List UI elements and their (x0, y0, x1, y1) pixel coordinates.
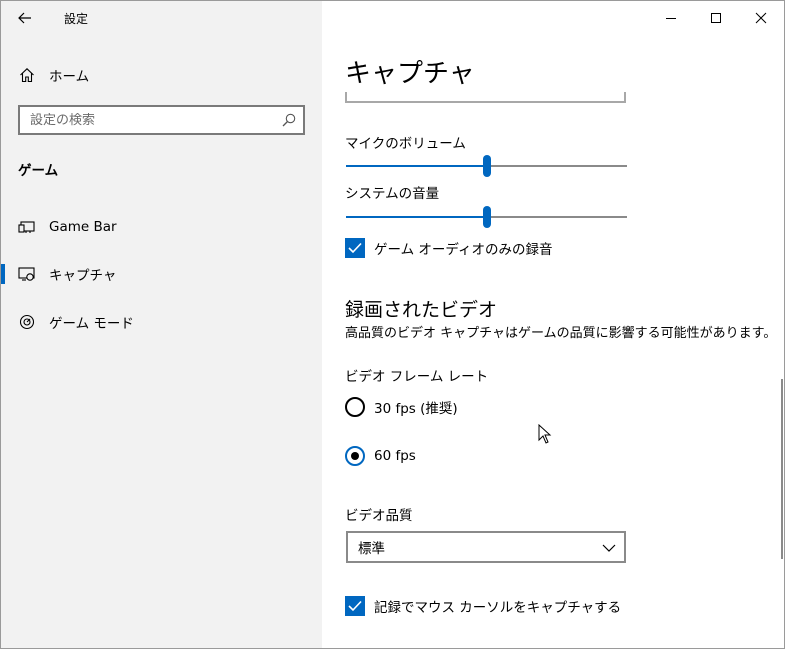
checkbox-box[interactable] (345, 596, 365, 616)
capture-icon (18, 265, 36, 283)
main-content: キャプチャ マイクのボリューム システムの音量 ゲーム オーディオのみの録音 録… (322, 1, 784, 648)
system-volume-slider[interactable] (346, 205, 627, 229)
system-volume-label: システムの音量 (345, 186, 440, 202)
checkbox-box[interactable] (345, 238, 365, 258)
radio-button[interactable] (345, 397, 365, 417)
sidebar-item-game-mode[interactable]: ゲーム モード (1, 302, 322, 342)
section-heading: 録画されたビデオ (345, 299, 498, 321)
radio-label: 60 fps (374, 448, 416, 464)
checkbox-label: ゲーム オーディオのみの録音 (374, 242, 553, 258)
slider-thumb[interactable] (482, 155, 491, 177)
sidebar-item-label: ホーム (49, 69, 90, 85)
radio-30fps[interactable]: 30 fps (推奨) (345, 397, 458, 417)
sidebar: 設定 ホーム ゲーム (1, 1, 322, 648)
slider-fill (346, 165, 487, 167)
radio-dot (351, 452, 359, 460)
sidebar-item-home[interactable]: ホーム (1, 55, 322, 95)
radio-button[interactable] (345, 446, 365, 466)
page-title: キャプチャ (345, 59, 475, 89)
slider-track (486, 165, 627, 167)
app-title: 設定 (64, 12, 89, 26)
game-mode-icon (18, 313, 36, 331)
section-title: ゲーム (18, 163, 59, 179)
slider-fill (346, 216, 487, 218)
radio-label: 30 fps (推奨) (374, 401, 458, 417)
home-icon (18, 66, 36, 84)
game-audio-only-checkbox[interactable]: ゲーム オーディオのみの録音 (345, 238, 552, 258)
mic-volume-label: マイクのボリューム (345, 136, 466, 152)
radio-60fps[interactable]: 60 fps (345, 446, 416, 466)
video-quality-dropdown[interactable]: 標準 (346, 531, 626, 563)
sidebar-item-label: キャプチャ (49, 268, 117, 284)
sidebar-item-label: Game Bar (49, 219, 117, 235)
clipped-control (345, 92, 626, 103)
checkmark-icon (348, 600, 362, 612)
section-description: 高品質のビデオ キャプチャはゲームの品質に影響する可能性があります。 (345, 326, 777, 341)
checkbox-label: 記録でマウス カーソルをキャプチャする (374, 600, 622, 616)
search-input[interactable] (20, 112, 270, 128)
scrollbar[interactable] (781, 379, 783, 559)
settings-window: 設定 ホーム ゲーム (0, 0, 785, 649)
sidebar-item-capture[interactable]: キャプチャ (1, 254, 322, 294)
dropdown-value: 標準 (358, 541, 385, 557)
search-box[interactable] (18, 105, 305, 135)
sidebar-item-label: ゲーム モード (49, 316, 134, 332)
slider-track (486, 216, 627, 218)
chevron-down-icon (602, 544, 616, 552)
search-icon[interactable] (281, 112, 297, 128)
mouse-cursor-icon (538, 424, 552, 444)
game-bar-icon (18, 218, 36, 236)
sidebar-item-game-bar[interactable]: Game Bar (1, 207, 322, 247)
slider-thumb[interactable] (482, 206, 491, 228)
back-button[interactable] (9, 5, 41, 31)
video-quality-label: ビデオ品質 (345, 508, 413, 524)
checkmark-icon (348, 242, 362, 254)
mic-volume-slider[interactable] (346, 154, 627, 178)
capture-cursor-checkbox[interactable]: 記録でマウス カーソルをキャプチャする (345, 596, 621, 616)
frame-rate-label: ビデオ フレーム レート (345, 369, 489, 385)
back-arrow-icon (18, 12, 31, 24)
